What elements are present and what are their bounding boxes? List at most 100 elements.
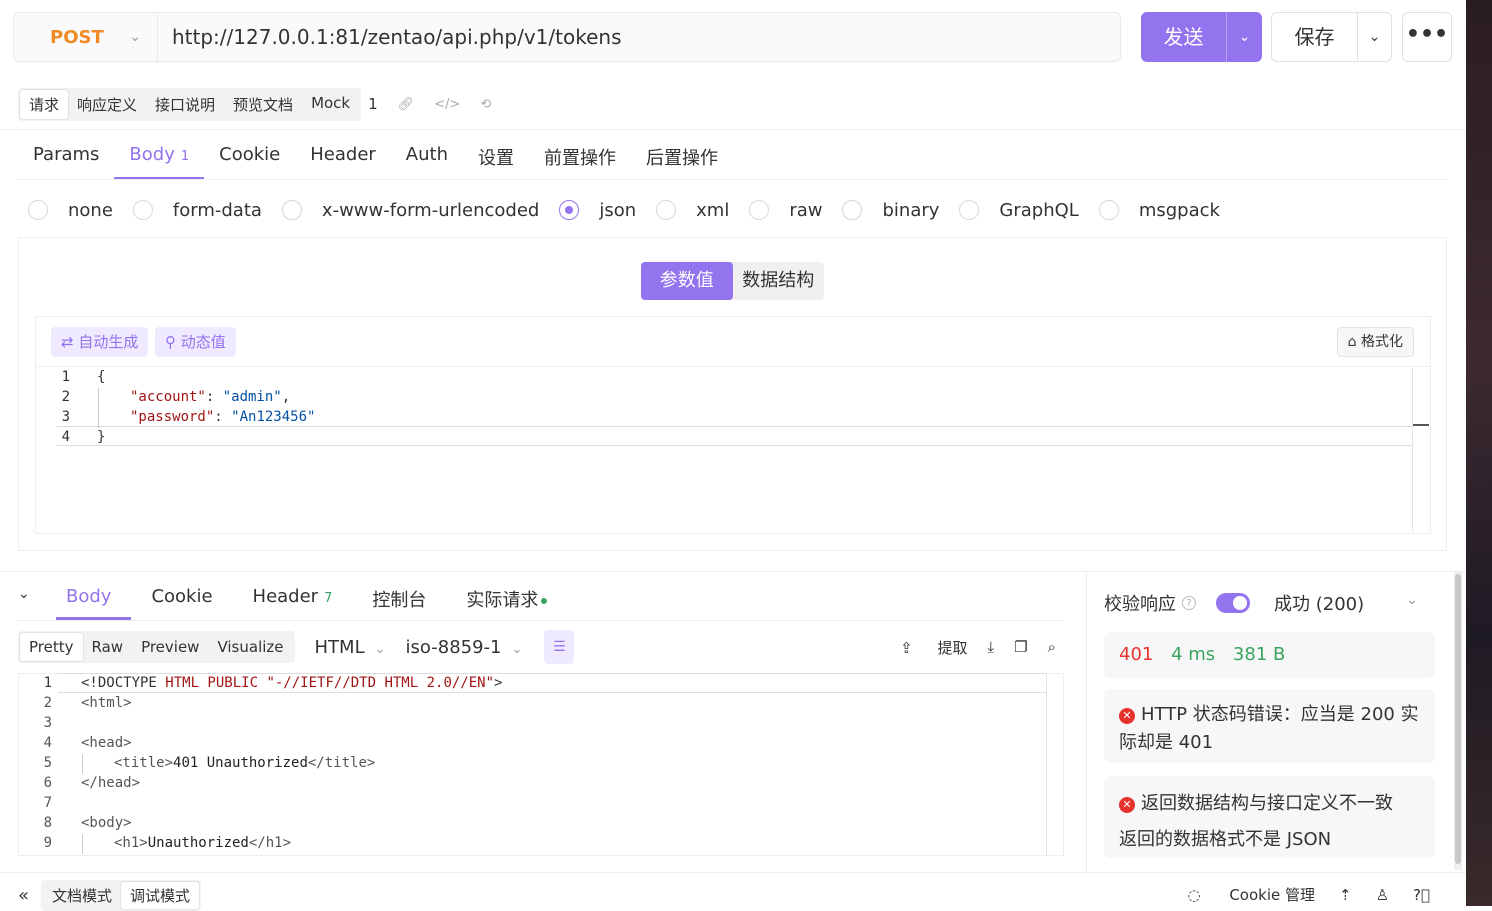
doc-tab-preview[interactable]: 预览文档 (224, 90, 302, 119)
response-toolbar: Pretty Raw Preview Visualize HTML ⌄ iso-8… (18, 630, 1064, 664)
save-button[interactable]: 保存 ⌄ (1271, 12, 1392, 62)
copy-icon[interactable]: ❐ (1014, 638, 1027, 656)
save-dropdown-chevron-icon[interactable]: ⌄ (1358, 29, 1391, 45)
token: > (494, 675, 503, 691)
radio-xml[interactable]: xml (656, 200, 729, 221)
mode-schema[interactable]: 数据结构 (733, 262, 825, 300)
radio-binary[interactable]: binary (842, 200, 939, 221)
auto-generate-button[interactable]: ⇄ 自动生成 (51, 327, 149, 357)
radio-raw[interactable]: raw (749, 200, 822, 221)
tab-settings[interactable]: 设置 (463, 136, 529, 180)
radio-label: raw (789, 199, 823, 221)
cookie-manager-button[interactable]: ◌ Cookie 管理 (1163, 884, 1315, 905)
radio-json[interactable]: json (559, 200, 636, 221)
res-tab-cookie[interactable]: Cookie (131, 576, 232, 620)
radio-label: xml (696, 199, 730, 221)
link-icon[interactable]: 🔗︎ (398, 97, 415, 112)
editor-toolbar: ⇄ 自动生成 ⚲ 动态值 ⌂ 格式化 (36, 317, 1430, 367)
token: Unauthorized (147, 835, 249, 851)
collapse-left-icon[interactable]: « (18, 885, 29, 906)
more-options-button[interactable]: ••• (1402, 12, 1452, 62)
response-scrollbar[interactable] (1046, 674, 1047, 855)
search-icon[interactable]: ⌕ (1048, 638, 1056, 656)
radio-msgpack[interactable]: msgpack (1098, 199, 1220, 221)
view-raw[interactable]: Raw (83, 633, 133, 661)
share-icon[interactable]: ⟲ (480, 97, 491, 112)
response-stats: 401 4 ms 381 B (1104, 632, 1435, 678)
res-tab-body[interactable]: Body (56, 576, 132, 620)
collapse-chevron-icon[interactable]: ⌄ (18, 576, 56, 602)
validation-header: 校验响应 ? 成功 (200) (1104, 590, 1364, 616)
token: <h1> (114, 835, 148, 851)
doc-tab-response-def[interactable]: 响应定义 (68, 90, 146, 119)
res-tab-actual-request[interactable]: 实际请求 (446, 576, 567, 620)
editor-scrollbar[interactable] (1412, 368, 1413, 532)
download-icon[interactable]: ⤓ (988, 638, 995, 656)
body-mode-switch: 参数值 数据结构 (641, 262, 824, 300)
body-badge: 1 (180, 149, 190, 164)
extract-button[interactable]: ⇪ 提取 (880, 637, 967, 658)
code-icon[interactable]: </> (434, 97, 460, 112)
tab-label: Header (310, 144, 376, 165)
validation-status-select[interactable]: 成功 (200) (1274, 590, 1364, 616)
tab-pre-ops[interactable]: 前置操作 (529, 136, 631, 180)
mode-values[interactable]: 参数值 (641, 262, 733, 300)
shirt-icon[interactable]: ♙ (1376, 886, 1389, 904)
chevron-down-icon[interactable]: ⌄ (1406, 592, 1418, 608)
radio-urlencoded[interactable]: x-www-form-urlencoded (281, 200, 539, 221)
panel-scrollbar[interactable] (1454, 572, 1462, 870)
validation-title: 校验响应 (1104, 594, 1176, 615)
line-number: 5 (43, 755, 52, 771)
upload-icon[interactable]: ⇡ (1339, 886, 1352, 904)
res-tab-console[interactable]: 控制台 (352, 576, 446, 620)
send-button[interactable]: 发送 ⌄ (1141, 12, 1262, 62)
tab-header[interactable]: Header (295, 136, 391, 180)
view-pretty[interactable]: Pretty (20, 633, 83, 661)
code-line: <title>401 Unauthorized</title> (114, 753, 375, 773)
url-input[interactable]: http://127.0.0.1:81/zentao/api.php/v1/to… (158, 25, 621, 49)
tab-body[interactable]: Body 1 (114, 136, 205, 180)
cookie-icon: ◌ (1187, 886, 1206, 904)
response-time: 4 ms (1171, 644, 1216, 665)
tab-cookie[interactable]: Cookie (204, 136, 295, 180)
help-circle-icon[interactable]: ?⃝ (1413, 886, 1430, 904)
tab-post-ops[interactable]: 后置操作 (631, 136, 733, 180)
request-tabs: Params Body 1 Cookie Header Auth 设置 前置操作 … (18, 136, 733, 180)
tab-params[interactable]: Params (18, 136, 114, 180)
doc-tab-api-desc[interactable]: 接口说明 (146, 90, 224, 119)
radio-none[interactable]: none (28, 200, 113, 221)
mock-count: 1 (368, 95, 378, 113)
format-select[interactable]: HTML ⌄ (315, 637, 386, 658)
validation-toggle[interactable] (1216, 593, 1250, 613)
help-icon[interactable]: ? (1182, 596, 1196, 610)
radio-form-data[interactable]: form-data (132, 200, 262, 221)
tab-auth[interactable]: Auth (391, 136, 463, 180)
doc-tab-mock[interactable]: Mock (302, 90, 359, 119)
dynamic-value-button[interactable]: ⚲ 动态值 (155, 327, 236, 357)
view-preview[interactable]: Preview (132, 633, 208, 661)
view-visualize[interactable]: Visualize (208, 633, 292, 661)
format-button[interactable]: ⌂ 格式化 (1336, 327, 1414, 357)
debug-mode-button[interactable]: 调试模式 (121, 882, 200, 909)
header-badge: 7 (324, 591, 333, 606)
comma: , (281, 389, 291, 405)
radio-label: none (68, 199, 113, 221)
radio-graphql[interactable]: GraphQL (959, 200, 1079, 221)
doc-tab-request[interactable]: 请求 (20, 89, 69, 119)
res-tab-header[interactable]: Header 7 (233, 576, 353, 620)
line-number: 1 (61, 369, 70, 385)
line-number: 4 (43, 735, 52, 751)
radio-label: msgpack (1138, 199, 1220, 221)
wrap-lines-icon[interactable]: ☰ (544, 630, 575, 664)
charset-select[interactable]: iso-8859-1 ⌄ (406, 637, 523, 658)
line-number: 9 (43, 835, 52, 851)
method-select[interactable]: POST ⌄ (14, 13, 158, 61)
response-size: 381 B (1232, 644, 1286, 665)
radio-circle (842, 200, 863, 220)
json-value: "admin" (222, 389, 282, 405)
extract-icon: ⇪ (900, 638, 918, 657)
line-number: 2 (43, 695, 52, 711)
send-dropdown-chevron-icon[interactable]: ⌄ (1227, 29, 1262, 45)
doc-mode-button[interactable]: 文档模式 (43, 882, 121, 909)
code-line: "account": "admin", (130, 387, 290, 407)
